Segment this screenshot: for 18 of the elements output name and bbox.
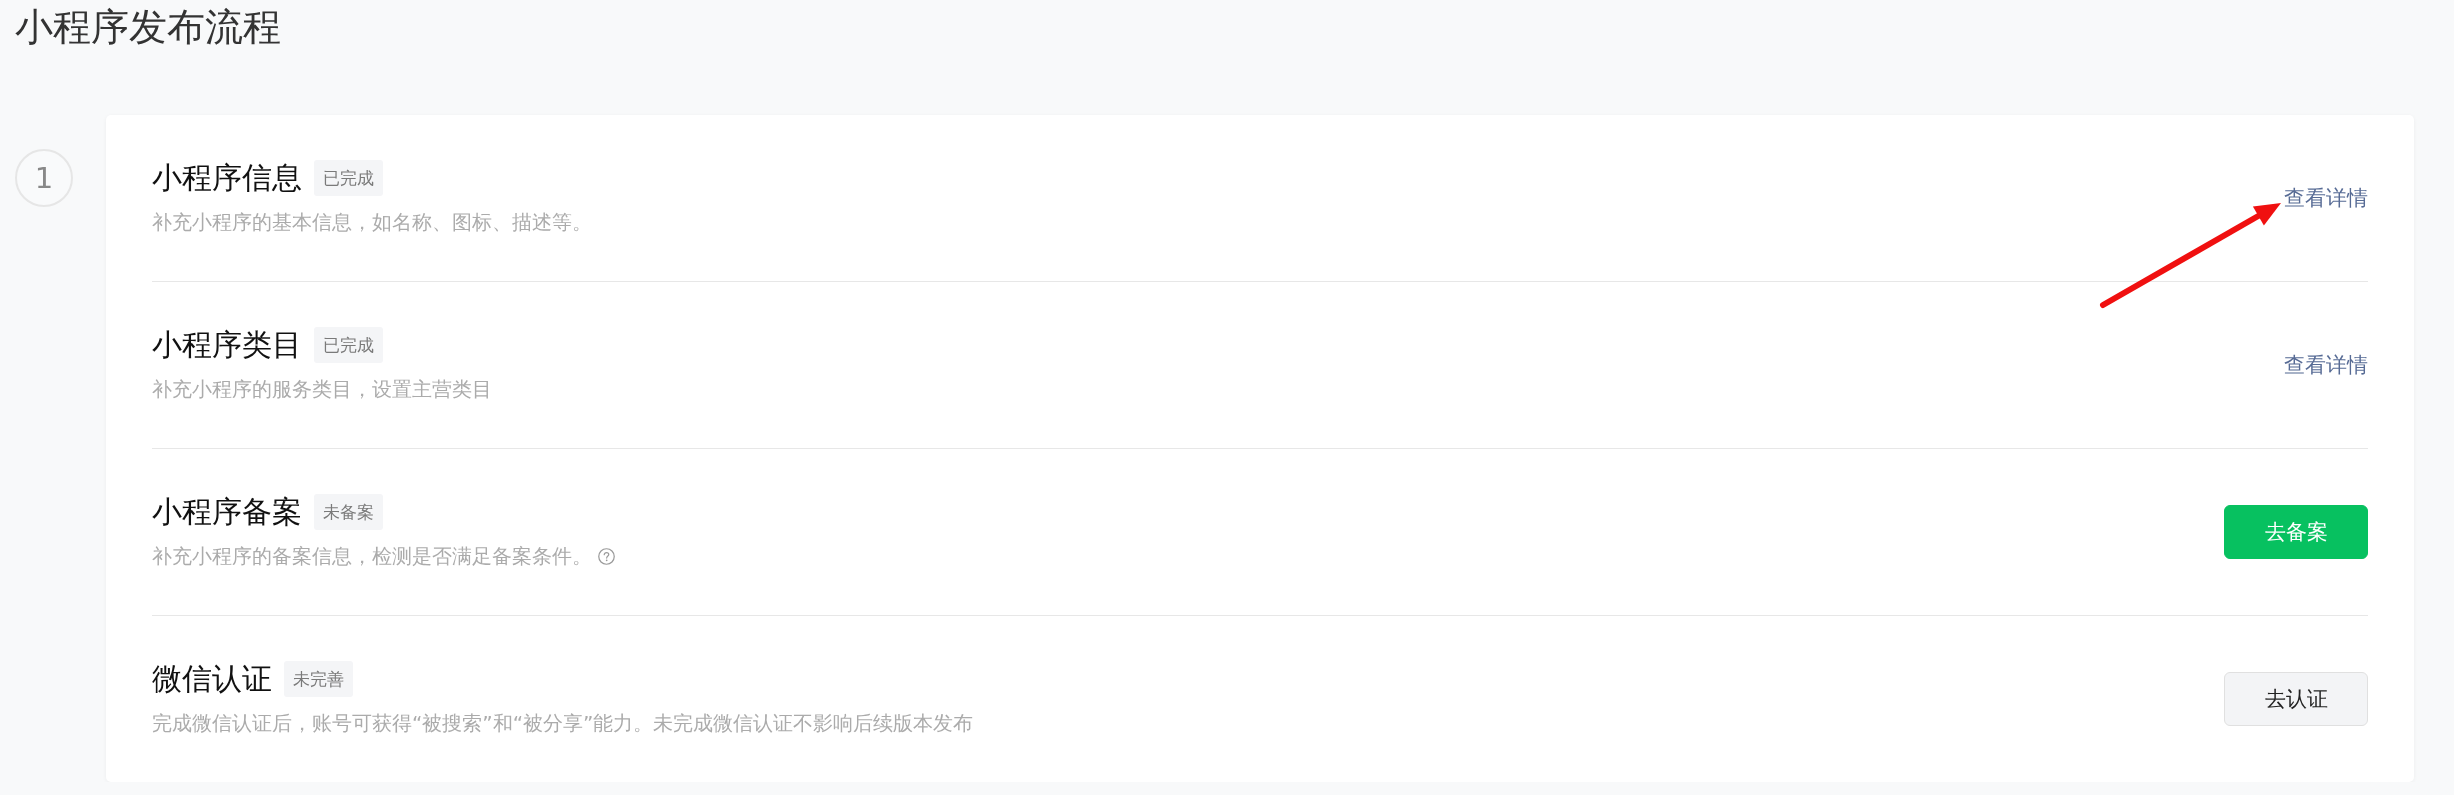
page-title: 小程序发布流程 bbox=[15, 4, 282, 51]
step-title: 小程序信息 bbox=[152, 160, 302, 196]
step-title: 小程序备案 bbox=[152, 494, 302, 530]
step-description: 补充小程序的服务类目，设置主营类目 bbox=[152, 376, 492, 403]
status-tag: 已完成 bbox=[314, 160, 383, 196]
step-description: 完成微信认证后，账号可获得“被搜索”和“被分享”能力。未完成微信认证不影响后续版本发布 bbox=[152, 710, 974, 737]
step-title: 微信认证 bbox=[152, 661, 272, 697]
step-number: 1 bbox=[15, 149, 73, 207]
details-link[interactable]: 查看详情 bbox=[2284, 351, 2368, 379]
help-icon[interactable] bbox=[598, 547, 615, 565]
step-description: 补充小程序的备案信息，检测是否满足备案条件。 bbox=[152, 543, 592, 570]
status-tag: 已完成 bbox=[314, 327, 383, 363]
step-description: 补充小程序的基本信息，如名称、图标、描述等。 bbox=[152, 209, 592, 236]
status-tag: 未备案 bbox=[314, 494, 383, 530]
secondary-button[interactable]: 去认证 bbox=[2224, 672, 2368, 726]
step-title: 小程序类目 bbox=[152, 327, 302, 363]
details-link[interactable]: 查看详情 bbox=[2284, 184, 2368, 212]
status-tag: 未完善 bbox=[284, 661, 353, 697]
